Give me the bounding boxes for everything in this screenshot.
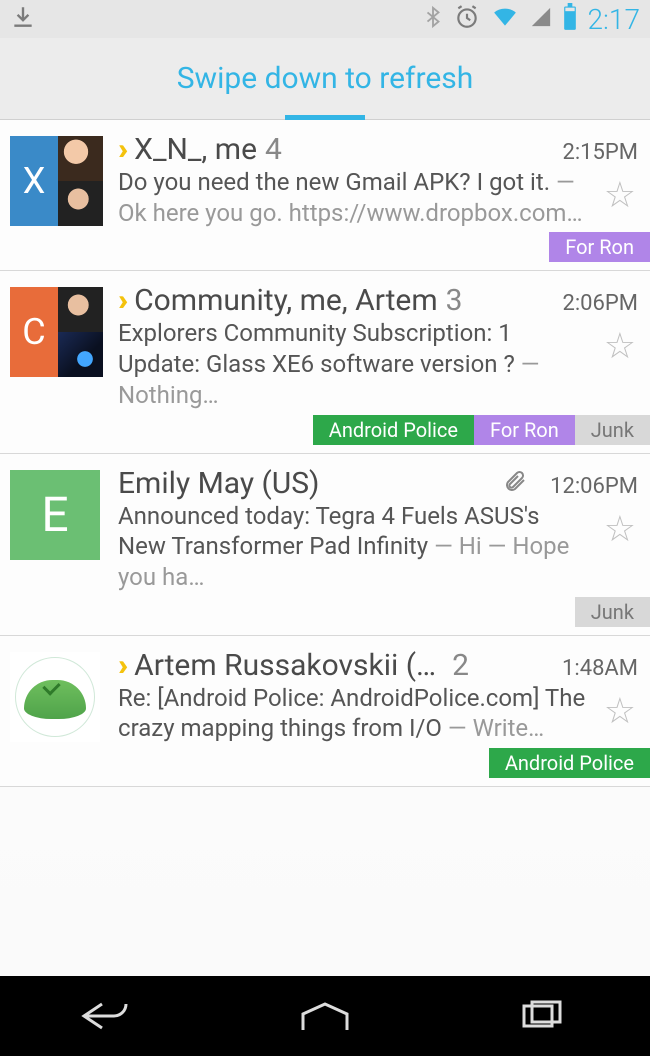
email-subject: Do you need the new Gmail APK? I got it. (118, 168, 550, 196)
avatar-letter: X (10, 136, 58, 226)
avatar[interactable]: C (10, 283, 108, 452)
avatar-photo (58, 181, 103, 226)
home-button[interactable] (275, 991, 375, 1041)
email-time: 1:48AM (562, 656, 638, 681)
basecamp-icon (15, 657, 95, 737)
back-button[interactable] (58, 991, 158, 1041)
email-list[interactable]: X ›› X_N_, me 4 2:15PM Do you need the n… (0, 120, 650, 976)
sender-name: Emily May (US) (118, 466, 320, 501)
pull-to-refresh-header[interactable]: Swipe down to refresh (0, 38, 650, 120)
label-junk[interactable]: Junk (575, 597, 650, 627)
navigation-bar (0, 976, 650, 1056)
avatar-letter: E (10, 470, 100, 560)
attachment-icon (498, 469, 532, 497)
avatar-photo (58, 287, 103, 332)
thread-count: 2 (452, 648, 469, 683)
email-subject: Explorers Community Subscription: 1 Upda… (118, 319, 515, 378)
wifi-icon (490, 4, 520, 34)
priority-chevron-icon: ›› (118, 132, 120, 167)
label-junk[interactable]: Junk (575, 415, 650, 445)
label-for-ron[interactable]: For Ron (549, 232, 650, 262)
avatar-photo (58, 332, 103, 377)
star-icon[interactable]: ☆ (604, 690, 636, 732)
email-time: 2:15PM (562, 140, 638, 165)
thread-count: 4 (265, 132, 282, 167)
recents-button[interactable] (492, 991, 592, 1041)
email-row[interactable]: E Emily May (US) 12:06PM Announced today… (0, 454, 650, 636)
avatar-photo (58, 136, 103, 181)
email-time: 12:06PM (550, 474, 638, 499)
email-row[interactable]: ›› Artem Russakovskii (Ba… 2 1:48AM Re: … (0, 636, 650, 787)
sender-name: Artem Russakovskii (Ba… (134, 648, 444, 683)
bluetooth-icon (422, 4, 444, 34)
battery-icon (562, 3, 578, 35)
status-clock: 2:17 (588, 3, 640, 36)
star-icon[interactable]: ☆ (604, 325, 636, 367)
priority-chevron-icon: ›› (118, 283, 120, 318)
avatar[interactable]: E (10, 466, 108, 635)
email-row[interactable]: X ›› X_N_, me 4 2:15PM Do you need the n… (0, 120, 650, 271)
email-row[interactable]: C ›› Community, me, Artem 3 2:06PM Explo… (0, 271, 650, 453)
email-time: 2:06PM (562, 291, 638, 316)
cell-signal-icon (530, 6, 552, 32)
avatar[interactable]: X (10, 132, 108, 270)
label-android-police[interactable]: Android Police (489, 748, 650, 778)
alarm-icon (454, 4, 480, 34)
download-icon (10, 4, 36, 34)
label-for-ron[interactable]: For Ron (474, 415, 575, 445)
star-icon[interactable]: ☆ (604, 508, 636, 550)
avatar[interactable] (10, 648, 108, 786)
sender-name: Community, me, Artem (134, 283, 438, 318)
avatar-letter: C (10, 287, 58, 377)
status-bar: 2:17 (0, 0, 650, 38)
star-icon[interactable]: ☆ (604, 174, 636, 216)
email-preview: — Write… (442, 714, 544, 742)
sender-name: X_N_, me (134, 132, 257, 167)
priority-chevron-icon: ›› (118, 648, 120, 683)
refresh-label: Swipe down to refresh (177, 61, 474, 96)
label-android-police[interactable]: Android Police (313, 415, 474, 445)
avatar-logo (10, 652, 100, 742)
thread-count: 3 (446, 283, 463, 318)
